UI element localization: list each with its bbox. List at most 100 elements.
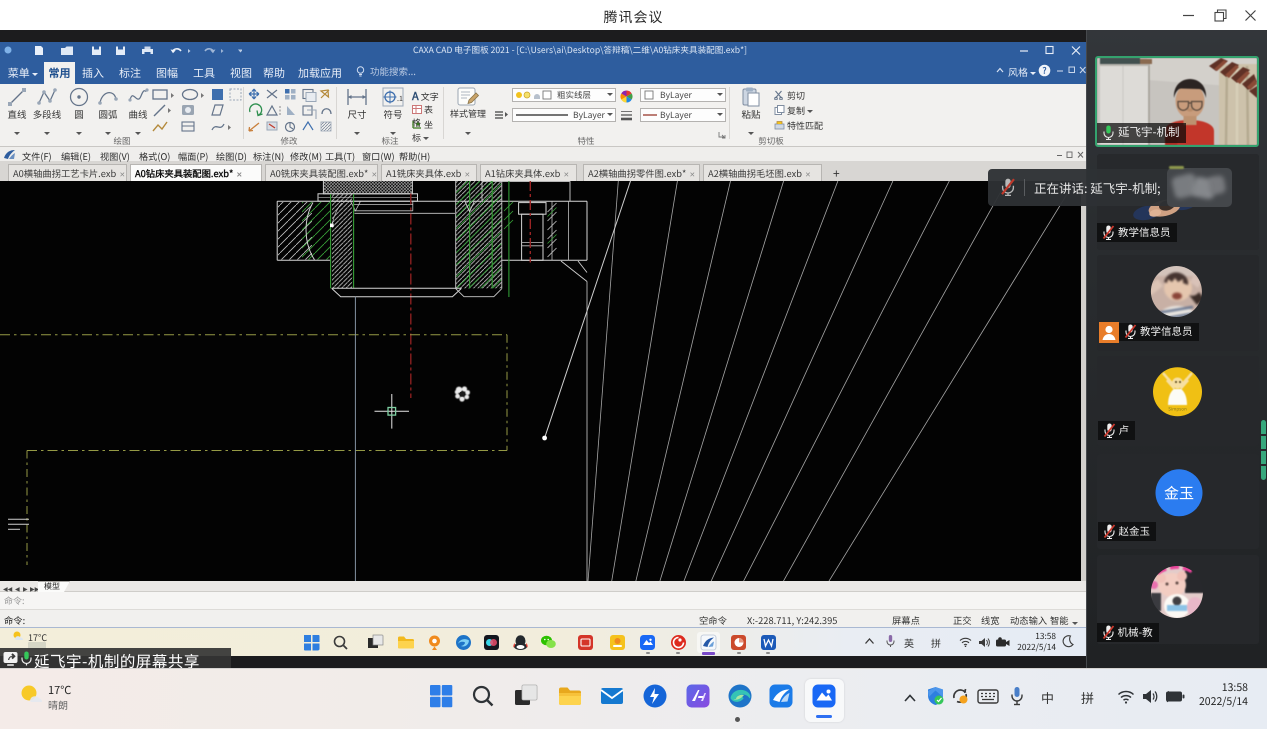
layer-combo[interactable]: 粗实线层 — [512, 88, 616, 102]
menu-draw[interactable]: 绘图(D) — [216, 149, 247, 163]
minimize-icon[interactable] — [1181, 8, 1196, 23]
host-shield-tray-icon[interactable] — [926, 686, 945, 706]
ribbon-tab-common[interactable]: 常用 — [44, 62, 75, 84]
width-combo[interactable]: ByLayer — [640, 108, 726, 122]
restore-icon[interactable] — [1213, 8, 1228, 23]
ribbon-tab-view[interactable]: 视图 — [226, 62, 256, 84]
shared-jianying-icon[interactable] — [483, 634, 500, 651]
doc-tab-4[interactable]: A1铣床夹具体.exb✕ — [381, 164, 477, 182]
dim-small-buttons[interactable]: A 文字 表格 坐标 — [412, 88, 442, 133]
host-search-icon[interactable] — [470, 683, 496, 709]
linewidth-icon[interactable] — [620, 110, 633, 121]
status-ortho[interactable]: 正交 — [953, 613, 972, 627]
shared-pin-app-icon[interactable] — [426, 634, 443, 651]
host-start-button[interactable] — [428, 683, 454, 709]
shared-tray-mic-icon[interactable] — [886, 634, 895, 648]
shared-xianyu-icon[interactable] — [609, 634, 626, 651]
color-wheel-icon[interactable] — [620, 90, 633, 103]
shared-weather-icon[interactable] — [12, 630, 26, 642]
host-blue-swoosh-app-icon[interactable] — [768, 683, 794, 709]
host-purple-a-app-icon[interactable] — [685, 683, 711, 709]
shared-explorer-icon[interactable] — [397, 634, 414, 651]
ribbon-tab-menu[interactable]: 菜单 — [4, 62, 42, 84]
host-mail-icon[interactable] — [599, 683, 625, 709]
clip-small-buttons[interactable]: 剪切 复制 特性匹配 — [774, 89, 816, 134]
shared-powerpoint-icon[interactable] — [730, 634, 747, 651]
mdi-window-controls[interactable] — [1056, 151, 1084, 159]
shared-night-mode-icon[interactable] — [1062, 635, 1074, 648]
match-display-button[interactable] — [494, 110, 508, 120]
doc-tab-6[interactable]: A2横轴曲拐零件图.exb*✕ — [583, 164, 700, 182]
shared-tray-caret-icon[interactable] — [864, 637, 875, 645]
menu-tools[interactable]: 工具(T) — [325, 149, 355, 163]
cad-window-controls[interactable] — [1016, 45, 1082, 55]
host-keyboard-tray-icon[interactable] — [977, 689, 999, 704]
menu-format[interactable]: 格式(O) — [139, 149, 170, 163]
shared-volume-icon[interactable] — [978, 637, 991, 648]
shared-wifi-icon[interactable] — [959, 637, 972, 647]
ribbon-tab-help[interactable]: 帮助 — [258, 62, 290, 84]
host-ime-mode[interactable]: 拼 — [1081, 688, 1094, 707]
host-explorer-icon[interactable] — [557, 683, 583, 709]
feature-search-input[interactable]: 功能搜索... — [370, 64, 416, 78]
linestyle-combo[interactable]: ByLayer — [512, 108, 616, 122]
host-tray-caret-icon[interactable] — [903, 693, 917, 703]
modify-small-icons[interactable] — [247, 88, 333, 136]
doc-tab-3[interactable]: A0铣床夹具装配图.exb*✕ — [265, 164, 378, 182]
shared-caxa-icon[interactable] — [700, 634, 717, 651]
menu-modify[interactable]: 修改(M) — [290, 149, 322, 163]
shared-qq-icon[interactable] — [512, 634, 529, 651]
shared-word-icon[interactable] — [760, 634, 777, 651]
host-wifi-icon[interactable] — [1117, 690, 1135, 704]
host-sync-tray-icon[interactable] — [950, 686, 970, 706]
ribbon-tab-addons[interactable]: 加载应用 — [294, 62, 346, 84]
shared-taskview-icon[interactable] — [367, 634, 384, 651]
ribbon-polyline-button[interactable]: 多段线 — [31, 86, 63, 143]
host-mic-tray-icon[interactable] — [1010, 686, 1024, 706]
status-screen-point[interactable]: 屏幕点 — [892, 613, 920, 627]
close-icon[interactable] — [1243, 8, 1258, 23]
menu-file[interactable]: 文件(F) — [22, 149, 52, 163]
ribbon-tab-insert[interactable]: 插入 — [78, 62, 108, 84]
shared-netease-icon[interactable] — [670, 634, 687, 651]
shared-edge-icon[interactable] — [455, 634, 472, 651]
help-icon[interactable]: ? — [1038, 64, 1051, 77]
menu-edit[interactable]: 编辑(E) — [61, 149, 91, 163]
menu-sheet[interactable]: 幅面(P) — [178, 149, 208, 163]
style-button[interactable]: 风格 — [1008, 64, 1036, 79]
command-prompt[interactable]: 命令: — [4, 613, 25, 627]
group-expand-icon[interactable] — [718, 131, 726, 139]
menu-help[interactable]: 帮助(H) — [399, 149, 430, 163]
cad-drawing-area[interactable] — [0, 181, 1086, 581]
menu-view[interactable]: 视图(V) — [100, 149, 130, 163]
ribbon-line-button[interactable]: 直线 — [1, 86, 33, 143]
cad-quick-access-toolbar[interactable] — [2, 45, 242, 56]
status-line-width[interactable]: 线宽 — [981, 613, 1000, 627]
host-battery-icon[interactable] — [1163, 690, 1185, 703]
doc-tab-1[interactable]: A0横轴曲拐工艺卡片.exb✕ — [8, 164, 127, 182]
host-ime-lang[interactable]: 中 — [1041, 688, 1054, 707]
shared-ime-lang[interactable]: 英 — [904, 635, 914, 650]
shared-clock[interactable]: 13:582022/5/14 — [1008, 631, 1056, 654]
host-meeting-icon[interactable] — [811, 683, 837, 709]
menu-window[interactable]: 窗口(W) — [362, 149, 395, 163]
host-volume-icon[interactable] — [1142, 689, 1159, 704]
status-dynamic-input[interactable]: 动态输入 — [1010, 613, 1047, 627]
ribbon-circle-button[interactable]: 圆 — [63, 86, 95, 143]
cad-command-history[interactable]: 命令: — [0, 592, 1086, 610]
shared-redbook-icon[interactable] — [577, 634, 594, 651]
color-combo[interactable]: ByLayer — [640, 88, 726, 102]
doc-tab-2-active[interactable]: A0钻床夹具装配图.exb*✕ — [130, 164, 262, 182]
model-tab[interactable]: 模型 — [38, 581, 70, 592]
shared-meeting-icon[interactable] — [639, 634, 656, 651]
doc-tab-7[interactable]: A2横轴曲拐毛坯图.exb✕ — [703, 164, 822, 182]
doc-window-controls[interactable] — [1056, 66, 1086, 75]
shared-ime-mode[interactable]: 拼 — [931, 635, 941, 650]
menu-dimension[interactable]: 标注(N) — [253, 149, 284, 163]
shared-search-icon[interactable] — [332, 634, 349, 651]
host-clock[interactable]: 13:582022/5/14 — [1186, 681, 1248, 709]
ribbon-tab-dimension[interactable]: 标注 — [115, 62, 145, 84]
doc-tab-5[interactable]: A1钻床夹具体.exb✕ — [480, 164, 577, 182]
status-smart-snap[interactable]: 智能 — [1050, 613, 1069, 627]
host-taskview-icon[interactable] — [513, 683, 539, 709]
